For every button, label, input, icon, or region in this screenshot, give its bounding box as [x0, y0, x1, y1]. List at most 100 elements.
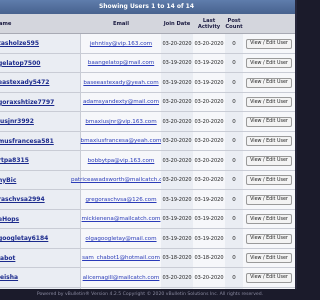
post-count: 0: [232, 255, 236, 262]
cell-email: bobbytpa@vip.163.com: [81, 151, 161, 171]
cell-username: leisha: [0, 268, 81, 288]
cell-join-date: 03-20-2020: [161, 268, 193, 288]
cell-email: baangelatop@mail.com: [81, 53, 161, 73]
view-edit-user-button[interactable]: View / Edit User: [246, 214, 292, 225]
header-last-activity[interactable]: Last Activity: [193, 14, 225, 33]
last-activity: 03-19-2020: [194, 216, 224, 223]
cell-action: View / Edit User: [243, 268, 295, 288]
last-activity: 03-18-2020: [194, 255, 224, 262]
email-link[interactable]: alicemagill@mailcatch.com: [83, 275, 160, 281]
email-link[interactable]: baangelatop@mail.com: [88, 60, 154, 66]
username-link[interactable]: eHops: [0, 216, 19, 223]
username-link[interactable]: musfrancesa581: [0, 138, 54, 145]
last-activity: 03-19-2020: [194, 196, 224, 203]
view-edit-user-button[interactable]: View / Edit User: [246, 155, 292, 166]
email-link[interactable]: jehntisy@vip.163.com: [90, 41, 152, 47]
view-edit-user-button[interactable]: View / Edit User: [246, 38, 292, 49]
view-edit-user-button[interactable]: View / Edit User: [246, 194, 292, 205]
view-edit-user-button[interactable]: View / Edit User: [246, 116, 292, 127]
view-edit-user-button[interactable]: View / Edit User: [246, 136, 292, 147]
username-link[interactable]: eastexady5472: [0, 79, 49, 86]
post-count: 0: [232, 177, 236, 184]
cell-email: baseeastexady@yeah.com: [81, 73, 161, 93]
join-date: 03-20-2020: [162, 157, 192, 164]
view-edit-user-button[interactable]: View / Edit User: [246, 97, 292, 108]
username-link[interactable]: raschvsa2994: [0, 196, 45, 203]
table-row: tasholze595 jehntisy@vip.163.com 03-20-202…: [0, 34, 295, 54]
cell-email: jehntisy@vip.163.com: [81, 34, 161, 54]
username-link[interactable]: gelatop7500: [0, 60, 40, 67]
header-last-activity-line2: Activity: [197, 23, 221, 30]
join-date: 03-18-2020: [162, 255, 192, 262]
email-link[interactable]: adamsyandexty@mail.com: [83, 99, 159, 105]
last-activity: 03-20-2020: [194, 138, 224, 145]
header-join-date[interactable]: Join Date: [161, 14, 193, 33]
cell-last-activity: 03-20-2020: [193, 151, 225, 171]
last-activity: 03-20-2020: [194, 177, 224, 184]
cell-post-count: 0: [225, 248, 243, 268]
email-link[interactable]: bmaxiusjnr@vip.163.com: [85, 119, 156, 125]
table-row: hyBic patriceawadsworth@mailcatch.com 03-2…: [0, 170, 295, 190]
cell-post-count: 0: [225, 151, 243, 171]
cell-email: alicemagill@mailcatch.com: [81, 268, 161, 288]
header-post-count[interactable]: Post Count: [225, 14, 243, 33]
email-link[interactable]: bmaxiusfrancesa@yeah.com: [81, 138, 162, 144]
join-date: 03-19-2020: [162, 196, 192, 203]
email-link[interactable]: sam_chabot1@hotmail.com: [82, 255, 160, 261]
username-link[interactable]: tasholze595: [0, 40, 39, 47]
cell-action: View / Edit User: [243, 248, 295, 268]
cell-last-activity: 03-19-2020: [193, 229, 225, 249]
view-edit-user-button[interactable]: View / Edit User: [246, 175, 292, 186]
cell-email: olgagoogletay@mail.com: [81, 229, 161, 249]
cell-last-activity: 03-19-2020: [193, 190, 225, 210]
view-edit-user-button[interactable]: View / Edit User: [246, 253, 292, 264]
join-date: 03-20-2020: [162, 138, 192, 145]
username-link[interactable]: googletay6184: [0, 235, 48, 242]
email-link[interactable]: baseeastexady@yeah.com: [83, 80, 158, 86]
email-link[interactable]: gregoraschvsa@126.com: [85, 197, 156, 203]
username-link[interactable]: labot: [0, 255, 15, 262]
view-edit-user-button[interactable]: View / Edit User: [246, 77, 292, 88]
post-count: 0: [232, 157, 236, 164]
header-email[interactable]: Email: [81, 14, 161, 33]
table-row: eastexady5472 baseeastexady@yeah.com 03-19…: [0, 73, 295, 93]
cell-post-count: 0: [225, 112, 243, 132]
post-count: 0: [232, 196, 236, 203]
cell-join-date: 03-19-2020: [161, 209, 193, 229]
username-link[interactable]: iusjnr3992: [0, 118, 34, 125]
cell-last-activity: 03-19-2020: [193, 209, 225, 229]
last-activity: 03-20-2020: [194, 99, 224, 106]
username-link[interactable]: hyBic: [0, 177, 16, 184]
post-count: 0: [232, 235, 236, 242]
view-edit-user-button[interactable]: View / Edit User: [246, 272, 292, 283]
cell-username: googletay6184: [0, 229, 81, 249]
email-link[interactable]: bobbytpa@vip.163.com: [88, 158, 155, 164]
cell-join-date: 03-20-2020: [161, 34, 193, 54]
cell-last-activity: 03-20-2020: [193, 112, 225, 132]
table-row: eHops mickienena@mailcatch.com 03-19-2020 0…: [0, 209, 295, 229]
view-edit-user-button[interactable]: View / Edit User: [246, 58, 292, 69]
email-link[interactable]: patriceawadsworth@mailcatch.com: [71, 177, 171, 183]
cell-username: gelatop7500: [0, 53, 81, 73]
table-header: ame Email Join Date Last Activity Post C…: [0, 14, 295, 34]
cell-username: tasholze595: [0, 34, 81, 54]
cell-join-date: 03-20-2020: [161, 112, 193, 132]
email-link[interactable]: olgagoogletay@mail.com: [85, 236, 156, 242]
cell-join-date: 03-20-2020: [161, 92, 193, 112]
last-activity: 03-19-2020: [194, 60, 224, 67]
username-link[interactable]: rtpa8315: [0, 157, 29, 164]
cell-username: rtpa8315: [0, 151, 81, 171]
username-link[interactable]: leisha: [0, 274, 18, 281]
view-edit-user-button[interactable]: View / Edit User: [246, 233, 292, 244]
cell-action: View / Edit User: [243, 34, 295, 54]
cell-action: View / Edit User: [243, 209, 295, 229]
cell-post-count: 0: [225, 92, 243, 112]
join-date: 03-20-2020: [162, 40, 192, 47]
username-link[interactable]: goraxshtize7797: [0, 99, 54, 106]
email-link[interactable]: mickienena@mailcatch.com: [82, 216, 161, 222]
cell-email: bmaxiusjnr@vip.163.com: [81, 112, 161, 132]
post-count: 0: [232, 274, 236, 281]
cell-action: View / Edit User: [243, 112, 295, 132]
header-username[interactable]: ame: [0, 14, 81, 33]
cell-username: eastexady5472: [0, 73, 81, 93]
